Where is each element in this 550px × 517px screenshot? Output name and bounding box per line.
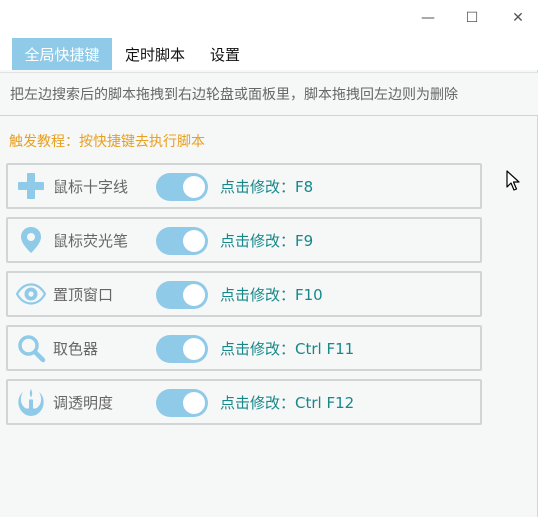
toggle-knob xyxy=(183,338,205,360)
toggle-knob xyxy=(183,392,205,414)
eye-icon xyxy=(16,280,46,308)
drag-hint: 把左边搜索后的脚本拖拽到右边轮盘或面板里，脚本拖拽回左边则为删除 xyxy=(0,72,538,116)
toggle-knob xyxy=(183,230,205,252)
toggle-knob xyxy=(183,284,205,306)
maximize-button[interactable]: ☐ xyxy=(462,8,482,28)
hotkey-edit-link[interactable]: 点击修改：Ctrl F12 xyxy=(220,381,354,423)
hotkey-edit-link[interactable]: 点击修改：F10 xyxy=(220,273,323,315)
tab-settings[interactable]: 设置 xyxy=(200,38,250,70)
shortcut-toggle[interactable] xyxy=(156,335,208,363)
close-button[interactable]: ✕ xyxy=(508,8,528,28)
shortcut-row-opacity: 调透明度 点击修改：Ctrl F12 xyxy=(6,379,482,425)
hotkey-edit-link[interactable]: 点击修改：Ctrl F11 xyxy=(220,327,354,369)
shortcut-row-highlighter: 鼠标荧光笔 点击修改：F9 xyxy=(6,217,482,263)
shortcut-label: 置顶窗口 xyxy=(53,285,114,304)
rebel-alliance-icon xyxy=(16,388,46,416)
toggle-knob xyxy=(183,176,205,198)
mouse-cursor-icon xyxy=(506,170,520,196)
shortcut-label: 鼠标十字线 xyxy=(53,177,129,196)
hotkey-edit-link[interactable]: 点击修改：F9 xyxy=(220,219,313,261)
shortcut-row-pin-window: 置顶窗口 点击修改：F10 xyxy=(6,271,482,317)
shortcut-row-color-picker: 取色器 点击修改：Ctrl F11 xyxy=(6,325,482,371)
shortcut-toggle[interactable] xyxy=(156,281,208,309)
shortcut-toggle[interactable] xyxy=(156,389,208,417)
shortcut-toggle[interactable] xyxy=(156,173,208,201)
shortcut-toggle[interactable] xyxy=(156,227,208,255)
map-pin-icon xyxy=(16,226,46,254)
shortcut-label: 鼠标荧光笔 xyxy=(53,231,129,250)
app-window: — ☐ ✕ 全局快捷键 定时脚本 设置 把左边搜索后的脚本拖拽到右边轮盘或面板里… xyxy=(0,0,538,517)
shortcut-row-crosshair: 鼠标十字线 点击修改：F8 xyxy=(6,163,482,209)
tutorial-link[interactable]: 触发教程：按快捷键去执行脚本 xyxy=(9,131,205,151)
magnifier-icon xyxy=(16,334,46,363)
hotkey-edit-link[interactable]: 点击修改：F8 xyxy=(220,165,313,207)
crosshair-plus-icon xyxy=(16,172,46,200)
shortcut-label: 调透明度 xyxy=(53,393,114,412)
tab-global-hotkeys[interactable]: 全局快捷键 xyxy=(12,38,112,70)
minimize-button[interactable]: — xyxy=(418,8,438,28)
tab-bar: 全局快捷键 定时脚本 设置 xyxy=(0,36,538,70)
shortcut-label: 取色器 xyxy=(53,339,99,358)
tab-scheduled-scripts[interactable]: 定时脚本 xyxy=(118,38,192,70)
title-bar: — ☐ ✕ xyxy=(0,0,538,36)
